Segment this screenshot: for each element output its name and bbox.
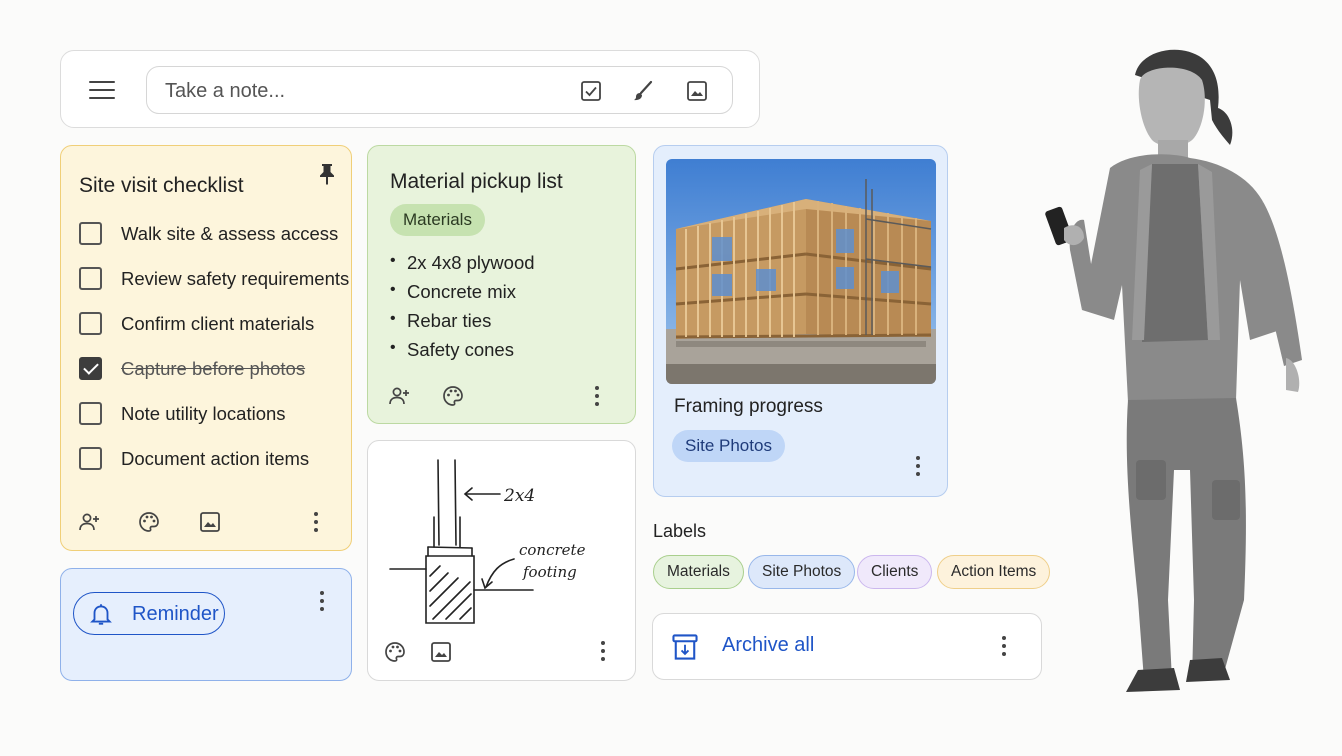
material-pickup-card[interactable]: Material pickup list Materials 2x 4x8 pl…: [367, 145, 636, 424]
more-options-icon[interactable]: [594, 386, 600, 408]
checklist-item[interactable]: Capture before photos: [79, 356, 339, 382]
checklist-item-label: Review safety requirements: [121, 268, 350, 289]
checkbox[interactable]: [79, 222, 102, 245]
more-options-icon[interactable]: [313, 512, 319, 534]
reminder-card[interactable]: Reminder: [60, 568, 352, 681]
framing-photo-card[interactable]: Framing progress Site Photos: [653, 145, 948, 497]
checklist-item-label: Confirm client materials: [121, 313, 315, 334]
checkbox-checked[interactable]: [79, 357, 102, 380]
palette-icon[interactable]: [441, 384, 465, 408]
label-chip-site-photos[interactable]: Site Photos: [748, 555, 856, 589]
add-collaborator-icon[interactable]: [77, 510, 101, 534]
list-item: Concrete mix: [390, 281, 535, 310]
label-chip-clients[interactable]: Clients: [857, 555, 933, 589]
construction-photo: [666, 159, 936, 384]
label-chip-materials[interactable]: Materials: [390, 204, 485, 236]
checklist-card[interactable]: Site visit checklist Walk site & assess …: [60, 145, 352, 551]
label-chip-materials[interactable]: Materials: [653, 555, 744, 589]
pin-icon[interactable]: [318, 163, 336, 185]
labels-heading: Labels: [653, 521, 707, 541]
reminder-label: Reminder: [132, 603, 219, 625]
new-checklist-icon[interactable]: [579, 79, 603, 103]
more-options-icon[interactable]: [600, 641, 606, 663]
add-collaborator-icon[interactable]: [387, 384, 411, 408]
list-item: 2x 4x8 plywood: [390, 252, 535, 281]
material-card-title: Material pickup list: [390, 170, 563, 193]
more-options-icon[interactable]: [915, 456, 921, 478]
take-note-input[interactable]: [165, 77, 545, 105]
construction-worker-photo: [1045, 49, 1302, 692]
image-icon[interactable]: [685, 79, 709, 103]
photo-card-title: Framing progress: [674, 396, 823, 417]
footing-sketch-drawing: 2x4 concrete footing: [389, 459, 586, 624]
list-item: Rebar ties: [390, 310, 535, 339]
checklist-item-label: Walk site & assess access: [121, 223, 339, 244]
material-list: 2x 4x8 plywood Concrete mix Rebar ties S…: [390, 252, 535, 368]
checkbox[interactable]: [79, 402, 102, 425]
checklist-item[interactable]: Walk site & assess access: [79, 221, 339, 247]
checklist-item[interactable]: Review safety requirements: [79, 266, 349, 292]
more-options-icon[interactable]: [319, 591, 325, 613]
sketch-annotation-footing: footing: [522, 563, 577, 581]
sketch-annotation-2x4: 2x4: [503, 486, 535, 506]
brush-icon[interactable]: [631, 79, 655, 103]
label-chip-site-photos[interactable]: Site Photos: [672, 430, 785, 462]
label-chip-action-items[interactable]: Action Items: [937, 555, 1051, 589]
bell-icon: [90, 604, 112, 625]
checkbox[interactable]: [79, 267, 102, 290]
archive-all-card[interactable]: Archive all: [652, 613, 1042, 680]
checklist-item[interactable]: Document action items: [79, 446, 339, 472]
checklist-item[interactable]: Note utility locations: [79, 401, 339, 427]
hamburger-menu-icon[interactable]: [89, 81, 115, 99]
list-item: Safety cones: [390, 339, 535, 368]
reminder-button[interactable]: Reminder: [73, 592, 225, 635]
archive-icon[interactable]: [671, 632, 699, 662]
image-icon[interactable]: [198, 510, 222, 534]
palette-icon[interactable]: [383, 640, 407, 664]
image-icon[interactable]: [429, 640, 453, 664]
checklist-item-label: Note utility locations: [121, 403, 286, 424]
checklist-item-label: Document action items: [121, 448, 310, 469]
checklist-item-label: Capture before photos: [121, 358, 306, 379]
sketch-annotation-concrete: concrete: [519, 541, 586, 559]
checkbox[interactable]: [79, 447, 102, 470]
more-options-icon[interactable]: [1001, 636, 1007, 658]
archive-all-label[interactable]: Archive all: [722, 634, 814, 657]
note-toolbar: [60, 50, 760, 128]
sketch-card[interactable]: 2x4 concrete footing: [367, 440, 636, 681]
checkbox[interactable]: [79, 312, 102, 335]
take-note-box[interactable]: [146, 66, 733, 114]
checklist-title: Site visit checklist: [79, 174, 244, 197]
palette-icon[interactable]: [137, 510, 161, 534]
checklist-item[interactable]: Confirm client materials: [79, 311, 339, 337]
